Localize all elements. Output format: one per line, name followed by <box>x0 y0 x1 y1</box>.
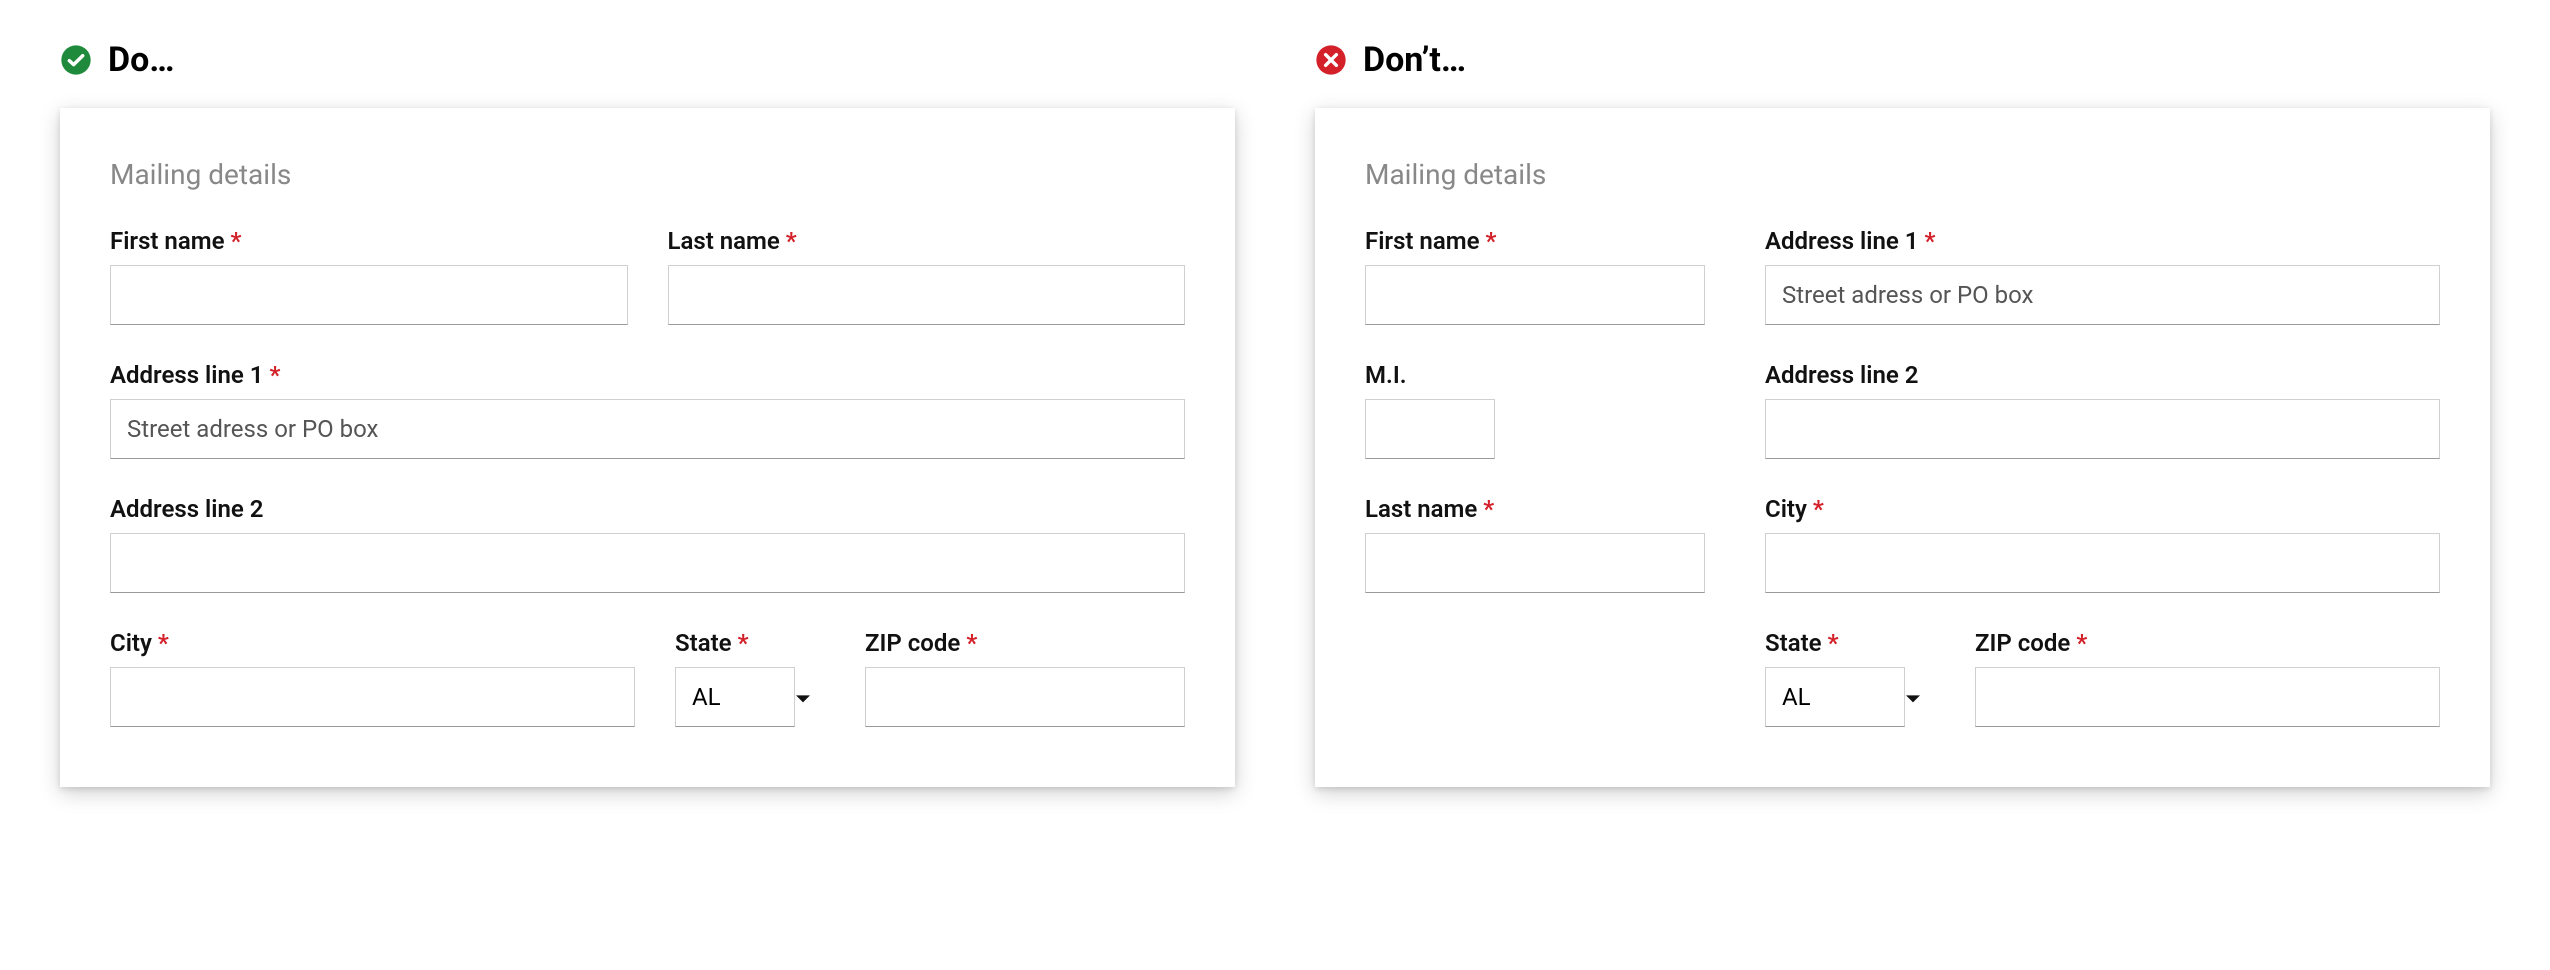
city-field: City* <box>1765 495 2440 593</box>
x-circle-icon <box>1315 44 1347 76</box>
last-name-field: Last name* <box>668 227 1186 325</box>
last-name-field: Last name* <box>1365 495 1705 593</box>
addr2-field: Address line 2 <box>1765 361 2440 459</box>
addr1-field: Address line 1* <box>1765 227 2440 325</box>
last-name-label: Last name* <box>1365 495 1705 523</box>
first-name-input[interactable] <box>110 265 628 325</box>
zip-input[interactable] <box>865 667 1185 727</box>
addr2-field: Address line 2 <box>110 495 1185 593</box>
first-name-field: First name* <box>1365 227 1705 325</box>
state-select[interactable]: AL <box>1765 667 1935 727</box>
first-name-input[interactable] <box>1365 265 1705 325</box>
chevron-down-icon <box>1905 689 1921 708</box>
addr1-label: Address line 1* <box>110 361 1185 389</box>
addr1-input[interactable] <box>110 399 1185 459</box>
state-select[interactable]: AL <box>675 667 825 727</box>
do-section-title: Mailing details <box>110 158 1185 191</box>
do-card: Mailing details First name* Last name* <box>60 108 1235 787</box>
mi-field: M.I. <box>1365 361 1705 459</box>
dont-card: Mailing details First name* M.I. <box>1315 108 2490 787</box>
addr1-label: Address line 1* <box>1765 227 2440 255</box>
dont-header: Don’t… <box>1315 40 2490 80</box>
last-name-label: Last name* <box>668 227 1186 255</box>
do-header: Do… <box>60 40 1235 80</box>
city-label: City* <box>1765 495 2440 523</box>
first-name-label: First name* <box>1365 227 1705 255</box>
zip-input[interactable] <box>1975 667 2440 727</box>
zip-label: ZIP code* <box>865 629 1185 657</box>
city-input[interactable] <box>110 667 635 727</box>
addr2-label: Address line 2 <box>110 495 1185 523</box>
zip-field: ZIP code* <box>1975 629 2440 727</box>
do-column: Do… Mailing details First name* Last nam… <box>60 40 1235 787</box>
addr1-input[interactable] <box>1765 265 2440 325</box>
mi-label: M.I. <box>1365 361 1705 389</box>
state-label: State* <box>675 629 825 657</box>
check-circle-icon <box>60 44 92 76</box>
do-header-title: Do… <box>108 40 174 80</box>
city-field: City* <box>110 629 635 727</box>
addr2-input[interactable] <box>1765 399 2440 459</box>
zip-field: ZIP code* <box>865 629 1185 727</box>
first-name-label: First name* <box>110 227 628 255</box>
city-input[interactable] <box>1765 533 2440 593</box>
city-label: City* <box>110 629 635 657</box>
dont-column: Don’t… Mailing details First name* M.I. <box>1315 40 2490 787</box>
state-field: State* AL <box>675 629 825 727</box>
dont-section-title: Mailing details <box>1365 158 2440 191</box>
last-name-input[interactable] <box>668 265 1186 325</box>
state-field: State* AL <box>1765 629 1935 727</box>
mi-input[interactable] <box>1365 399 1495 459</box>
state-value: AL <box>692 683 721 711</box>
addr2-label: Address line 2 <box>1765 361 2440 389</box>
state-value: AL <box>1782 683 1811 711</box>
addr2-input[interactable] <box>110 533 1185 593</box>
dont-header-title: Don’t… <box>1363 40 1466 80</box>
last-name-input[interactable] <box>1365 533 1705 593</box>
first-name-field: First name* <box>110 227 628 325</box>
addr1-field: Address line 1* <box>110 361 1185 459</box>
chevron-down-icon <box>795 689 811 708</box>
state-label: State* <box>1765 629 1935 657</box>
zip-label: ZIP code* <box>1975 629 2440 657</box>
